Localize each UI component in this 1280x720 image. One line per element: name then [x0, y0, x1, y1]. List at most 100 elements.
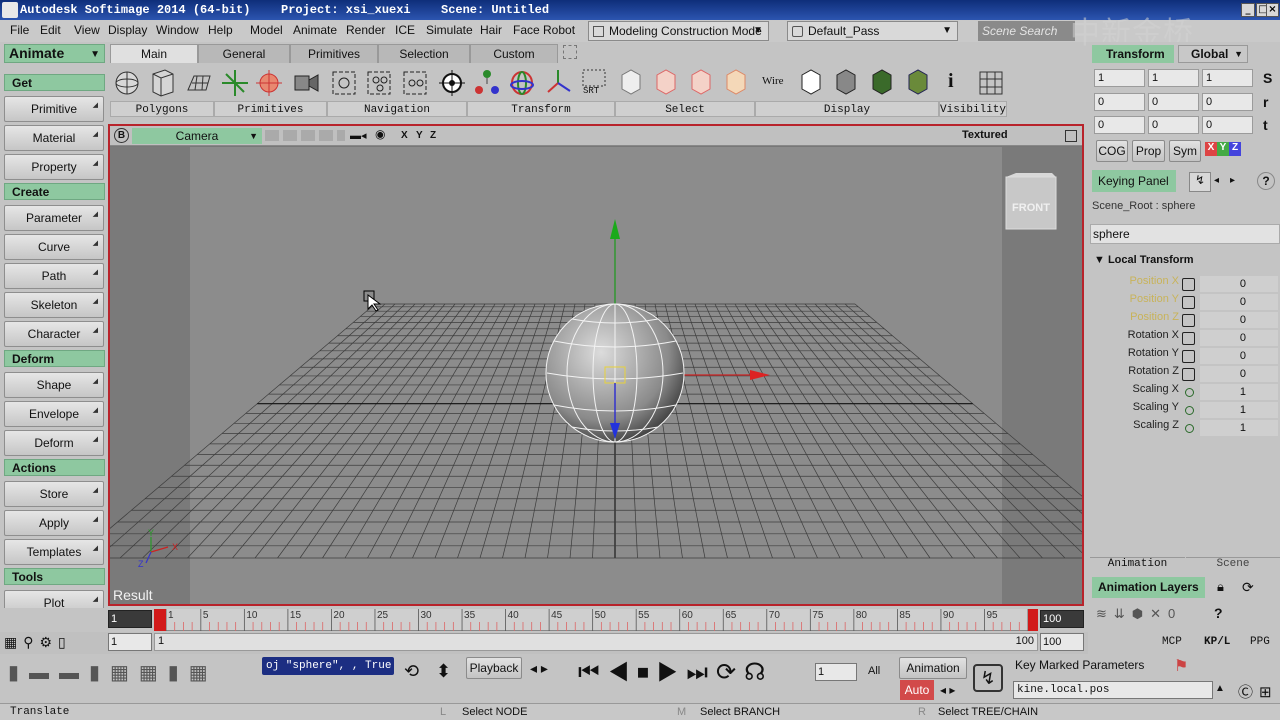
skeleton-button[interactable]: Skeleton ◢	[4, 292, 104, 318]
transform-dropdown[interactable]: Transform	[1092, 45, 1174, 63]
menu-simulate[interactable]: Simulate	[426, 23, 473, 37]
menu-file[interactable]: File	[10, 23, 29, 37]
script-command-field[interactable]: oj "sphere", , True	[262, 657, 394, 675]
menu-model[interactable]: Model	[250, 23, 283, 37]
range-end-field[interactable]: 100	[1040, 633, 1084, 651]
primitive-button[interactable]: Primitive ◢	[4, 96, 104, 122]
param-row[interactable]: Scaling Y 1	[1088, 401, 1280, 419]
module-selector[interactable]: Animate ▼	[4, 44, 105, 63]
object-name-field[interactable]: sphere	[1090, 224, 1280, 244]
set-key-button[interactable]: ↯	[973, 664, 1003, 692]
script-editor-icon[interactable]: ⟲	[404, 661, 419, 682]
range-start-field[interactable]: 1	[108, 633, 152, 651]
close-button[interactable]: ×	[1266, 3, 1279, 17]
property-button[interactable]: Property ◢	[4, 154, 104, 180]
key-marked-parameters-button[interactable]: Key Marked Parameters	[1015, 658, 1144, 672]
timeline-start-field[interactable]: 1	[108, 610, 152, 628]
animation-layers-button[interactable]: Animation Layers	[1092, 577, 1205, 598]
parameter-button[interactable]: Parameter ◢	[4, 205, 104, 231]
construction-mode-dropdown[interactable]: Modeling Construction Mode ▼	[588, 21, 769, 41]
key-icon[interactable]: ↯	[1189, 172, 1211, 192]
section-deform[interactable]: Deform	[4, 350, 105, 367]
animation-curve-icon[interactable]	[1182, 350, 1195, 363]
param-row[interactable]: Position X 0	[1088, 275, 1280, 293]
templates-button[interactable]: Templates ◢	[4, 539, 104, 565]
prev-icon[interactable]: ◂	[1214, 175, 1219, 186]
section-tools[interactable]: Tools	[4, 568, 105, 585]
scale-x-field[interactable]: 1	[1094, 69, 1145, 87]
param-row[interactable]: Scaling X 1	[1088, 383, 1280, 401]
tab-general[interactable]: General	[198, 44, 290, 63]
group-polygons[interactable]: Polygons	[110, 101, 214, 117]
global-dropdown[interactable]: Global ▼	[1178, 45, 1248, 63]
rotation-x-field[interactable]: 0	[1094, 93, 1145, 111]
camera-dropdown[interactable]: Camera ▼	[132, 128, 262, 144]
all-button[interactable]: All	[868, 665, 880, 677]
eye-icon[interactable]: ◉	[375, 127, 385, 141]
param-row[interactable]: Rotation Y 0	[1088, 347, 1280, 365]
scene-tab[interactable]: Scene	[1186, 557, 1280, 573]
timeline-end-field[interactable]: 100	[1040, 610, 1084, 628]
marked-parameter-field[interactable]: kine.local.pos	[1013, 681, 1213, 699]
bottom-left-tool-icons[interactable]: ▦⚲⚙▯	[4, 634, 104, 652]
menu-face-robot[interactable]: Face Robot	[513, 23, 575, 37]
add-tab-icon[interactable]	[563, 45, 577, 59]
sym-button[interactable]: Sym	[1169, 140, 1201, 162]
translate-z-field[interactable]: 0	[1202, 116, 1253, 134]
param-value[interactable]: 0	[1200, 276, 1278, 292]
animation-curve-icon[interactable]	[1182, 332, 1195, 345]
xyz-axis-toggles[interactable]: X Y Z	[1205, 142, 1243, 156]
group-display[interactable]: Display	[755, 101, 939, 117]
tab-main[interactable]: Main	[110, 44, 198, 63]
x-toggle[interactable]: X	[1205, 142, 1217, 156]
param-value[interactable]: 0	[1200, 366, 1278, 382]
scene-canvas[interactable]: FRONT Y X Z Result	[110, 147, 1082, 604]
menu-window[interactable]: Window	[156, 23, 199, 37]
camera-view-icon[interactable]: ▬◂	[350, 129, 367, 142]
param-row[interactable]: Scaling Z 1	[1088, 419, 1280, 437]
axis-y-toggle[interactable]: Y	[416, 130, 423, 141]
rotate-mode-button[interactable]: r	[1263, 94, 1268, 110]
refresh-icon[interactable]: ⟳	[1242, 579, 1260, 597]
menu-display[interactable]: Display	[108, 23, 147, 37]
transport-controls[interactable]: ⏮◀⏹▶⏭⟳☊	[578, 658, 773, 687]
param-value[interactable]: 0	[1200, 330, 1278, 346]
axis-x-toggle[interactable]: X	[401, 130, 408, 141]
translate-y-field[interactable]: 0	[1148, 116, 1199, 134]
minimize-button[interactable]: _	[1241, 3, 1255, 17]
character-button[interactable]: Character ◢	[4, 321, 104, 347]
maximize-viewport-icon[interactable]	[1065, 130, 1077, 142]
param-value[interactable]: 1	[1200, 384, 1278, 400]
menu-animate[interactable]: Animate	[293, 23, 337, 37]
animation-curve-icon[interactable]	[1182, 296, 1195, 309]
envelope-button[interactable]: Envelope ◢	[4, 401, 104, 427]
rotation-z-field[interactable]: 0	[1202, 93, 1253, 111]
key-status-icon[interactable]	[1185, 406, 1194, 415]
key-status-icon[interactable]	[1185, 388, 1194, 397]
kpl-tab[interactable]: KP/L	[1204, 636, 1230, 648]
chevron-up-icon[interactable]: ▲	[1215, 683, 1225, 694]
key-tools-icon[interactable]: ⚑	[1174, 656, 1188, 676]
store-button[interactable]: Store ◢	[4, 481, 104, 507]
param-row[interactable]: Position Y 0	[1088, 293, 1280, 311]
param-row[interactable]: Rotation X 0	[1088, 329, 1280, 347]
playback-button[interactable]: Playback	[466, 657, 522, 679]
translate-mode-button[interactable]: t	[1263, 117, 1268, 133]
param-value[interactable]: 0	[1200, 312, 1278, 328]
viewport-letter[interactable]: B	[114, 128, 129, 143]
viewport-b[interactable]: B Camera ▼ ▬◂ ◉ X Y Z Textured FRONT Y X…	[108, 124, 1084, 606]
timeline-ruler[interactable]: 1 5 10 15 20 25 30 35 40 45 50 55 60 65 70 75 80 85 90 95	[154, 609, 1038, 631]
menu-ice[interactable]: ICE	[395, 23, 415, 37]
wire-display-button[interactable]: Wire	[762, 75, 784, 87]
material-button[interactable]: Material ◢	[4, 125, 104, 151]
animation-curve-icon[interactable]	[1182, 368, 1195, 381]
auto-key-button[interactable]: Auto	[900, 680, 934, 700]
key-nav-icons[interactable]: ◂ ▸	[940, 683, 955, 697]
group-navigation[interactable]: Navigation	[327, 101, 467, 117]
translate-x-field[interactable]: 0	[1094, 116, 1145, 134]
param-value[interactable]: 1	[1200, 420, 1278, 436]
path-button[interactable]: Path ◢	[4, 263, 104, 289]
z-toggle[interactable]: Z	[1229, 142, 1241, 156]
animation-curve-icon[interactable]	[1182, 314, 1195, 327]
group-visibility[interactable]: Visibility	[939, 101, 1007, 117]
